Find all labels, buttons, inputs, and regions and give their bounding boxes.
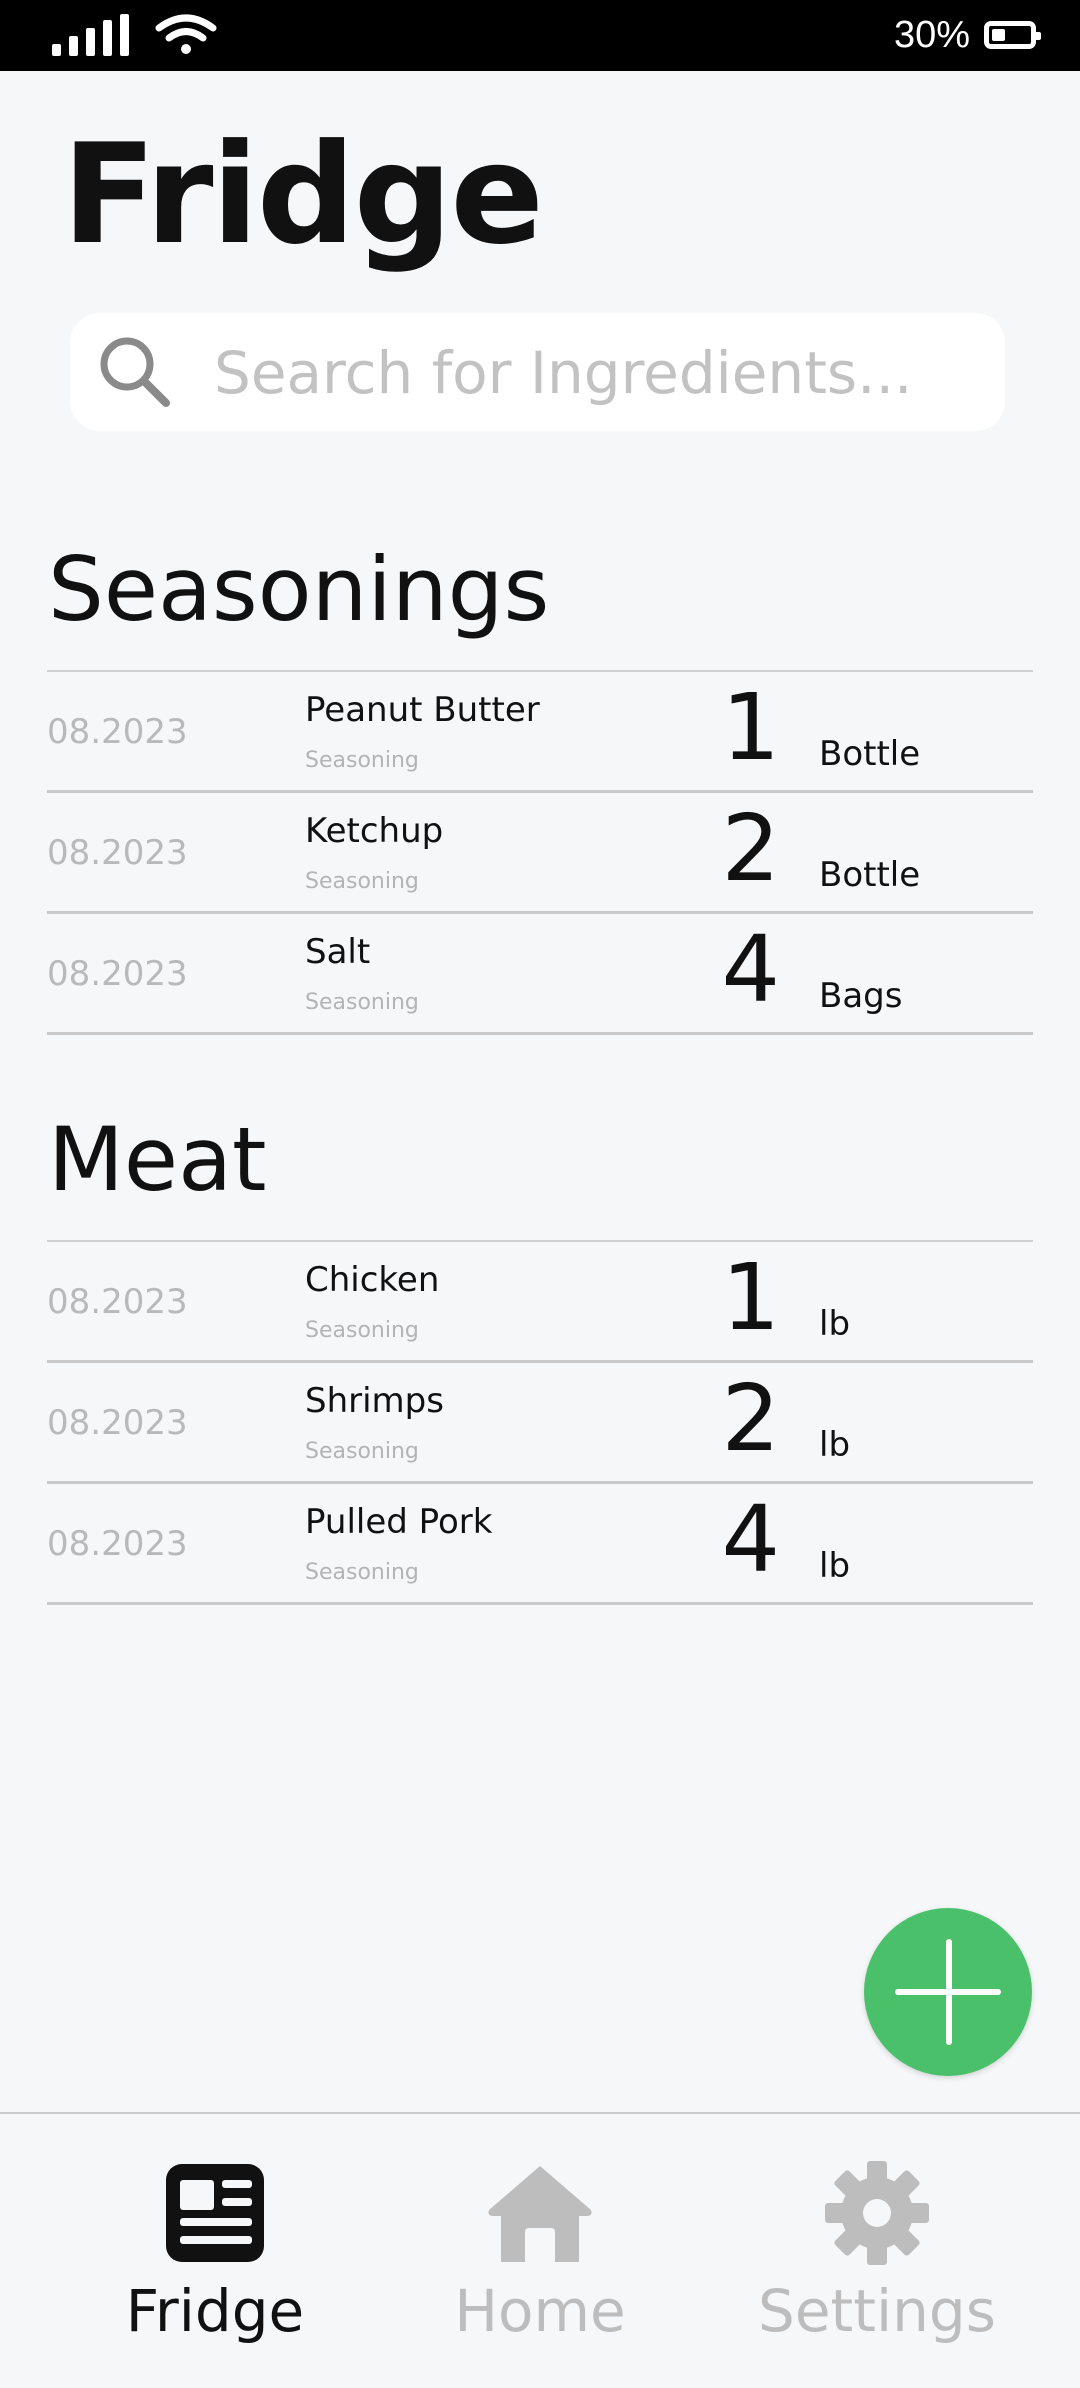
item-category: Seasoning — [305, 869, 419, 894]
wifi-icon — [155, 14, 217, 54]
status-bar: 30% — [0, 0, 1080, 71]
status-right: 30% — [893, 14, 1041, 56]
item-date: 08.2023 — [47, 712, 188, 752]
item-name: Salt — [305, 932, 371, 972]
search-bar[interactable]: Search for Ingredients... — [70, 313, 1005, 431]
tab-fridge-label: Fridge — [125, 2277, 305, 2345]
tab-settings[interactable]: Settings — [727, 2158, 1027, 2346]
gear-icon — [825, 2161, 929, 2265]
item-date: 08.2023 — [47, 1282, 188, 1322]
item-date: 08.2023 — [47, 1524, 188, 1564]
list-item[interactable]: 08.2023 Pulled Pork Seasoning 4 lb — [47, 1484, 1033, 1605]
tab-settings-label: Settings — [758, 2277, 996, 2345]
seasonings-list: 08.2023 Peanut Butter Seasoning 1 Bottle… — [47, 670, 1033, 1035]
list-item[interactable]: 08.2023 Chicken Seasoning 1 lb — [47, 1242, 1033, 1363]
item-date: 08.2023 — [47, 833, 188, 873]
item-quantity: 4 — [721, 916, 780, 1023]
item-name: Shrimps — [305, 1381, 444, 1421]
tab-bar: Fridge Home Settings — [0, 2112, 1080, 2388]
battery-percentage: 30% — [893, 14, 970, 56]
tab-home[interactable]: Home — [390, 2158, 690, 2346]
item-quantity: 1 — [721, 1244, 780, 1351]
tab-home-label: Home — [454, 2277, 626, 2345]
meat-list: 08.2023 Chicken Seasoning 1 lb 08.2023 S… — [47, 1240, 1033, 1605]
item-name: Pulled Pork — [305, 1502, 493, 1542]
status-left — [52, 14, 217, 56]
list-item[interactable]: 08.2023 Shrimps Seasoning 2 lb — [47, 1363, 1033, 1484]
section-title-seasonings: Seasonings — [48, 538, 550, 641]
signal-icon — [52, 14, 129, 56]
item-unit: Bottle — [819, 734, 921, 774]
item-date: 08.2023 — [47, 954, 188, 994]
item-name: Peanut Butter — [305, 690, 540, 730]
item-unit: Bags — [819, 976, 903, 1016]
item-unit: lb — [819, 1546, 851, 1586]
item-category: Seasoning — [305, 1439, 419, 1464]
list-item[interactable]: 08.2023 Ketchup Seasoning 2 Bottle — [47, 793, 1033, 914]
item-unit: Bottle — [819, 855, 921, 895]
item-name: Chicken — [305, 1260, 440, 1300]
item-category: Seasoning — [305, 1318, 419, 1343]
item-category: Seasoning — [305, 990, 419, 1015]
item-name: Ketchup — [305, 811, 444, 851]
item-quantity: 2 — [721, 1365, 780, 1472]
item-unit: lb — [819, 1425, 851, 1465]
item-quantity: 4 — [721, 1486, 780, 1593]
add-item-button[interactable] — [864, 1908, 1032, 2076]
item-category: Seasoning — [305, 1560, 419, 1585]
tab-fridge[interactable]: Fridge — [65, 2158, 365, 2346]
list-item[interactable]: 08.2023 Peanut Butter Seasoning 1 Bottle — [47, 672, 1033, 793]
battery-icon — [984, 21, 1041, 49]
home-icon — [488, 2166, 592, 2262]
section-title-meat: Meat — [48, 1108, 267, 1211]
search-icon — [100, 337, 170, 407]
item-unit: lb — [819, 1304, 851, 1344]
page-title: Fridge — [62, 114, 544, 275]
item-quantity: 2 — [721, 795, 780, 902]
search-input[interactable]: Search for Ingredients... — [214, 343, 912, 403]
item-date: 08.2023 — [47, 1403, 188, 1443]
item-category: Seasoning — [305, 748, 419, 773]
fridge-list-icon — [166, 2164, 264, 2262]
item-quantity: 1 — [721, 674, 780, 781]
list-item[interactable]: 08.2023 Salt Seasoning 4 Bags — [47, 914, 1033, 1035]
